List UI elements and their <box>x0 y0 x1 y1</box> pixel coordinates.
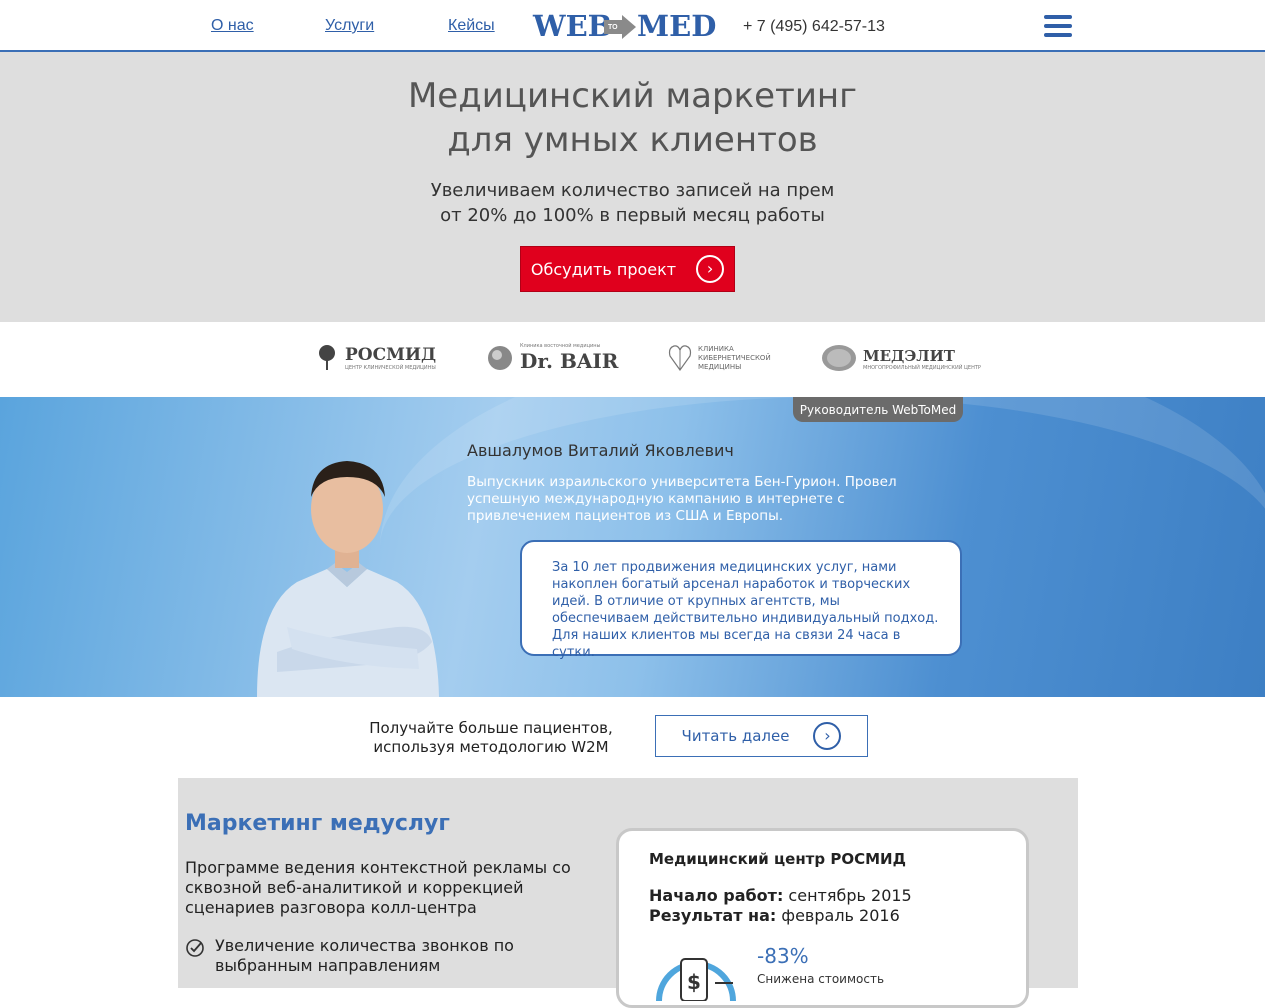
case-result-value: февраль 2016 <box>776 906 900 925</box>
read-more-label: Читать далее <box>681 727 790 745</box>
case-result: Результат на: февраль 2016 <box>649 906 900 925</box>
person-name: Авшалумов Виталий Яковлевич <box>467 441 734 460</box>
case-stat-label: Снижена стоимость <box>757 972 885 986</box>
svg-text:$: $ <box>687 970 701 994</box>
hero-subtitle-line1: Увеличиваем количество записей на прем <box>430 180 835 201</box>
person-photo <box>257 461 439 697</box>
case-stat-value: -83% <box>757 944 809 968</box>
chevron-right-icon: › <box>696 255 725 283</box>
methodology-text-line2: используя методологию W2M <box>373 738 609 756</box>
sphere-icon <box>822 345 856 371</box>
logo-text-to: TO <box>608 24 618 31</box>
list-item: Увеличение количества звонков по выбранн… <box>185 936 615 976</box>
check-circle-icon <box>186 939 204 957</box>
tree-icon <box>319 345 335 370</box>
case-card[interactable]: Медицинский центр РОСМИД Начало работ: с… <box>616 828 1029 1008</box>
client-logo-drbair: Клиника восточной медицины Dr. BAIR <box>486 338 618 378</box>
services-description: Программе ведения контекстной рекламы со… <box>185 858 571 917</box>
phone-dollar-icon: $ <box>656 958 736 1001</box>
hero-subtitle: Увеличиваем количество записей на прем о… <box>0 178 1265 228</box>
read-more-button[interactable]: Читать далее › <box>655 715 868 757</box>
logo-text-med: MED <box>637 9 717 43</box>
services-section: Маркетинг медуслуг Программе ведения кон… <box>178 778 1078 1008</box>
site-logo[interactable]: WEB TO MED <box>533 9 717 45</box>
site-header: О нас Услуги Кейсы WEB TO MED + 7 (495) … <box>0 0 1265 52</box>
hamburger-icon[interactable] <box>1044 15 1072 39</box>
hero-title-line1: Медицинский маркетинг <box>407 76 858 116</box>
discuss-project-label: Обсудить проект <box>530 259 677 279</box>
case-title: Медицинский центр РОСМИД <box>649 850 906 868</box>
discuss-project-button[interactable]: Обсудить проект › <box>520 246 735 292</box>
client-logo-cyber: КЛИНИКА КИБЕРНЕТИЧЕСКОЙ МЕДИЦИНЫ <box>668 338 771 378</box>
case-result-label: Результат на: <box>649 906 777 925</box>
client-subtitle: МНОГОПРОФИЛЬНЫЙ МЕДИЦИНСКИЙ ЦЕНТР <box>863 364 981 371</box>
nav-link-cases[interactable]: Кейсы <box>448 17 495 35</box>
role-badge: Руководитель WebToMed <box>793 397 963 422</box>
client-logos: РОСМИД ЦЕНТР КЛИНИЧЕСКОЙ МЕДИЦИНЫ Клиник… <box>0 322 1265 397</box>
nav-link-about[interactable]: О нас <box>211 17 254 35</box>
phone-number[interactable]: + 7 (495) 642-57-13 <box>743 18 885 36</box>
methodology-text: Получайте больше пациентов, используя ме… <box>360 719 622 757</box>
heart-icon <box>668 345 692 372</box>
team-section: Руководитель WebToMed Авшалумов Виталий … <box>0 397 1265 697</box>
client-name: КЛИНИКА КИБЕРНЕТИЧЕСКОЙ МЕДИЦИНЫ <box>698 344 771 371</box>
case-start-value: сентябрь 2015 <box>783 886 912 905</box>
person-bio: Выпускник израильского университета Бен-… <box>467 474 897 524</box>
case-start-label: Начало работ: <box>649 886 784 905</box>
hero-subtitle-line2: от 20% до 100% в первый месяц работы <box>440 205 825 226</box>
quote-card: За 10 лет продвижения медицинских услуг,… <box>520 540 962 660</box>
chevron-right-icon: › <box>813 722 842 750</box>
client-name: РОСМИД <box>345 345 437 365</box>
globe-icon <box>488 346 512 370</box>
hero-section: Медицинский маркетинг для умных клиентов… <box>0 52 1265 322</box>
services-title: Маркетинг медуслуг <box>185 811 450 836</box>
client-subtitle: ЦЕНТР КЛИНИЧЕСКОЙ МЕДИЦИНЫ <box>345 365 436 371</box>
nav-link-services[interactable]: Услуги <box>325 17 374 35</box>
check-item-text: Увеличение количества звонков по выбранн… <box>215 936 514 975</box>
client-logo-rosmid: РОСМИД ЦЕНТР КЛИНИЧЕСКОЙ МЕДИЦИНЫ <box>315 338 436 378</box>
client-name: Dr. BAIR <box>520 349 619 373</box>
logo-text-web: WEB <box>533 9 613 43</box>
client-logo-medelit: МЕДЭЛИТ МНОГОПРОФИЛЬНЫЙ МЕДИЦИНСКИЙ ЦЕНТ… <box>821 338 981 378</box>
hero-title-line2: для умных клиентов <box>447 120 818 160</box>
client-name: МЕДЭЛИТ <box>863 346 955 365</box>
case-start: Начало работ: сентябрь 2015 <box>649 886 912 905</box>
methodology-text-line1: Получайте больше пациентов, <box>369 719 613 737</box>
hero-title: Медицинский маркетинг для умных клиентов <box>0 74 1265 162</box>
